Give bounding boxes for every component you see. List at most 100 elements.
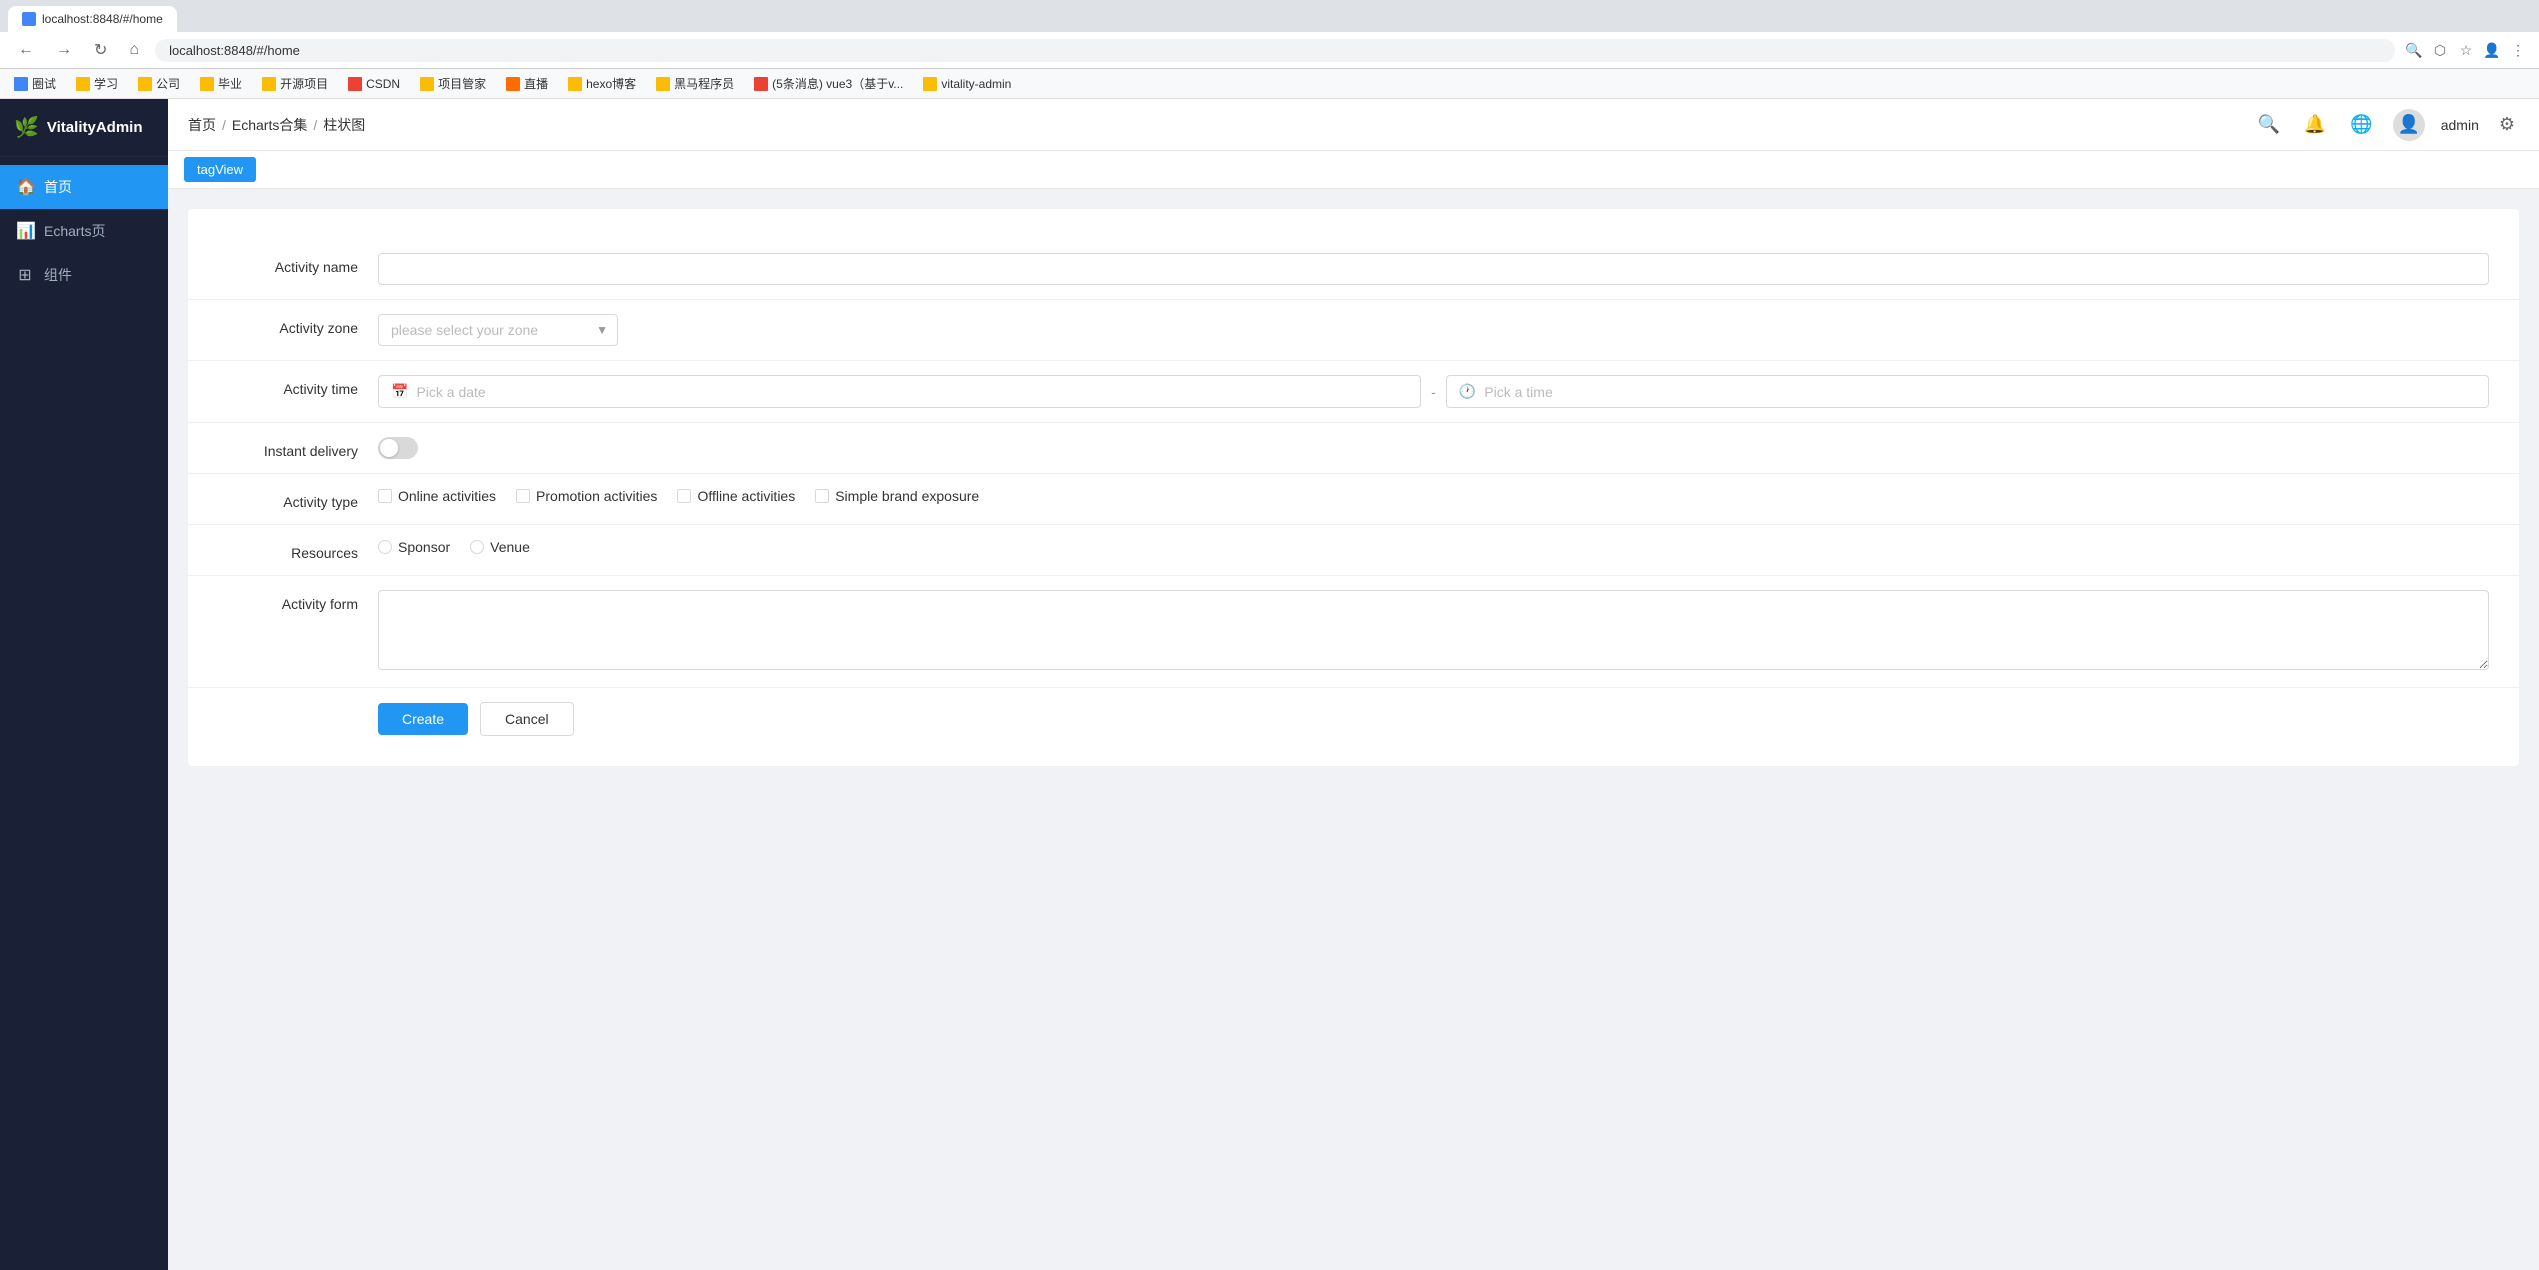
bookmark-label: vitality-admin <box>941 77 1011 91</box>
bookmark-opensource[interactable]: 开源项目 <box>258 73 332 94</box>
breadcrumb-echarts[interactable]: Echarts合集 <box>232 115 307 135</box>
breadcrumb-current: 柱状图 <box>323 115 365 135</box>
tag-item-tagview[interactable]: tagView <box>184 157 256 182</box>
bookmark-folder-icon <box>76 77 90 91</box>
browser-tab-bar: localhost:8848/#/home <box>0 0 2539 32</box>
app-wrapper: 🌿 VitalityAdmin 🏠 首页 📊 Echarts页 ⊞ 组件 首页 … <box>0 99 2539 1270</box>
date-picker[interactable]: 📅 Pick a date <box>378 375 1421 408</box>
echarts-icon: 📊 <box>16 221 34 241</box>
sidebar-item-label-home: 首页 <box>44 177 72 197</box>
tab-label: localhost:8848/#/home <box>42 12 163 26</box>
bookmark-study[interactable]: 学习 <box>72 73 122 94</box>
bookmark-label: 圈试 <box>32 75 56 92</box>
checkbox-online-activities[interactable]: Online activities <box>378 488 496 504</box>
bookmark-folder-icon <box>262 77 276 91</box>
activity-zone-row: Activity zone please select your zone ▼ <box>188 300 2519 361</box>
address-input[interactable] <box>155 39 2395 62</box>
bookmark-project[interactable]: 项目管家 <box>416 73 490 94</box>
extensions-icon[interactable]: ⬡ <box>2431 41 2449 59</box>
toggle-knob <box>380 439 398 457</box>
bookmark-heima[interactable]: 黑马程序员 <box>652 73 738 94</box>
checkbox-label-venue: Venue <box>490 539 530 555</box>
bookmark-folder-icon <box>14 77 28 91</box>
checkbox-venue[interactable]: Venue <box>470 539 530 555</box>
instant-delivery-control <box>378 437 2489 459</box>
time-picker[interactable]: 🕐 Pick a time <box>1446 375 2489 408</box>
bookmark-graduation[interactable]: 毕业 <box>196 73 246 94</box>
settings-icon[interactable]: ⚙ <box>2495 110 2519 139</box>
checkbox-promotion-activities[interactable]: Promotion activities <box>516 488 657 504</box>
browser-tab[interactable]: localhost:8848/#/home <box>8 6 177 32</box>
checkbox-box-online <box>378 489 392 503</box>
menu-icon[interactable]: ⋮ <box>2509 41 2527 59</box>
bookmark-hexo[interactable]: hexo博客 <box>564 73 640 94</box>
bookmark-folder-icon <box>138 77 152 91</box>
avatar: 👤 <box>2393 109 2425 141</box>
bookmark-vitality[interactable]: vitality-admin <box>919 75 1015 93</box>
reload-button[interactable]: ↻ <box>88 38 113 62</box>
notification-icon[interactable]: 🔔 <box>2300 110 2330 139</box>
star-icon[interactable]: ☆ <box>2457 41 2475 59</box>
search-icon[interactable]: 🔍 <box>2253 110 2283 139</box>
activity-zone-select[interactable]: please select your zone <box>378 314 618 346</box>
bookmark-label: 学习 <box>94 75 118 92</box>
forward-button[interactable]: → <box>50 39 78 61</box>
breadcrumb-sep-1: / <box>222 117 226 133</box>
activity-name-input[interactable] <box>378 253 2489 285</box>
instant-delivery-label: Instant delivery <box>218 437 378 459</box>
checkbox-label-brand: Simple brand exposure <box>835 488 979 504</box>
bookmark-label: 开源项目 <box>280 75 328 92</box>
cancel-button[interactable]: Cancel <box>480 702 574 736</box>
bookmark-live[interactable]: 直播 <box>502 73 552 94</box>
activity-name-label: Activity name <box>218 253 378 275</box>
bookmark-folder-icon <box>348 77 362 91</box>
checkbox-label-online: Online activities <box>398 488 496 504</box>
profile-icon[interactable]: 👤 <box>2483 41 2501 59</box>
bookmark-folder-icon <box>506 77 520 91</box>
activity-time-row: Activity time 📅 Pick a date - 🕐 Pick a t… <box>188 361 2519 423</box>
bookmark-label: 黑马程序员 <box>674 75 734 92</box>
bookmark-folder-icon <box>754 77 768 91</box>
time-placeholder: Pick a time <box>1484 384 1552 400</box>
sidebar-nav: 🏠 首页 📊 Echarts页 ⊞ 组件 <box>0 157 168 1270</box>
activity-zone-control: please select your zone ▼ <box>378 314 2489 346</box>
zoom-icon[interactable]: 🔍 <box>2405 41 2423 59</box>
checkbox-label-promotion: Promotion activities <box>536 488 657 504</box>
sidebar-item-components[interactable]: ⊞ 组件 <box>0 253 168 297</box>
username-label[interactable]: admin <box>2441 117 2479 133</box>
bookmark-quanshi[interactable]: 圈试 <box>10 73 60 94</box>
checkbox-offline-activities[interactable]: Offline activities <box>677 488 795 504</box>
breadcrumb: 首页 / Echarts合集 / 柱状图 <box>188 115 365 135</box>
bookmark-company[interactable]: 公司 <box>134 73 184 94</box>
app-header: 首页 / Echarts合集 / 柱状图 🔍 🔔 🌐 👤 admin ⚙ <box>168 99 2539 151</box>
home-button[interactable]: ⌂ <box>123 39 145 61</box>
back-button[interactable]: ← <box>12 39 40 61</box>
resources-checkbox-group: Sponsor Venue <box>378 539 2489 555</box>
checkbox-sponsor[interactable]: Sponsor <box>378 539 450 555</box>
checkbox-brand-exposure[interactable]: Simple brand exposure <box>815 488 979 504</box>
create-button[interactable]: Create <box>378 703 468 735</box>
activity-name-row: Activity name <box>188 239 2519 300</box>
date-time-row: 📅 Pick a date - 🕐 Pick a time <box>378 375 2489 408</box>
bookmark-label: 毕业 <box>218 75 242 92</box>
instant-delivery-toggle[interactable] <box>378 437 418 459</box>
tag-view: tagView <box>168 151 2539 189</box>
sidebar-item-echarts[interactable]: 📊 Echarts页 <box>0 209 168 253</box>
activity-form-textarea[interactable] <box>378 590 2489 670</box>
sidebar-item-home[interactable]: 🏠 首页 <box>0 165 168 209</box>
checkbox-box-venue <box>470 540 484 554</box>
activity-form-label: Activity form <box>218 590 378 612</box>
resources-label: Resources <box>218 539 378 561</box>
browser-chrome: localhost:8848/#/home ← → ↻ ⌂ 🔍 ⬡ ☆ 👤 ⋮ … <box>0 0 2539 99</box>
sidebar-item-label-components: 组件 <box>44 265 72 285</box>
bookmark-vue3[interactable]: (5条消息) vue3（基于v... <box>750 73 907 94</box>
bookmark-folder-icon <box>656 77 670 91</box>
home-icon: 🏠 <box>16 177 34 197</box>
breadcrumb-home[interactable]: 首页 <box>188 115 216 135</box>
header-actions: 🔍 🔔 🌐 👤 admin ⚙ <box>2253 109 2519 141</box>
form-card: Activity name Activity zone please selec… <box>188 209 2519 766</box>
bookmark-csdn[interactable]: CSDN <box>344 75 404 93</box>
form-buttons: Create Cancel <box>348 688 2519 736</box>
translate-icon[interactable]: 🌐 <box>2346 110 2376 139</box>
browser-actions: 🔍 ⬡ ☆ 👤 ⋮ <box>2405 41 2527 59</box>
